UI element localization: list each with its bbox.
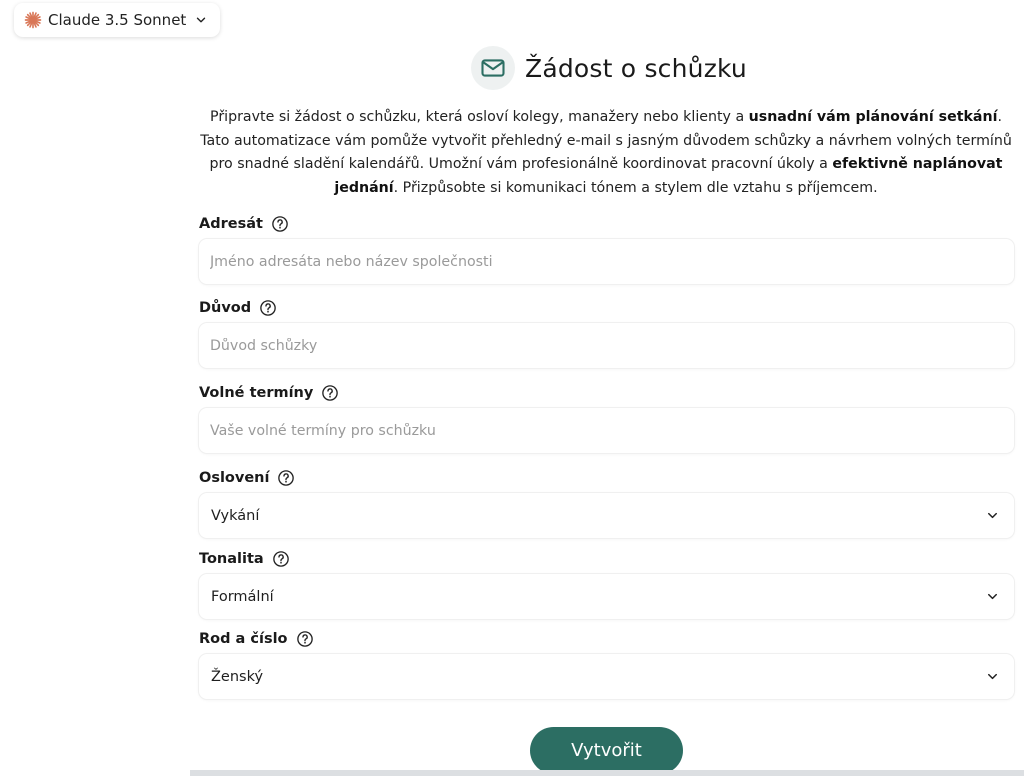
duvod-input-box: [199, 323, 1014, 368]
osloveni-label: Oslovení: [199, 470, 270, 486]
tonalita-select[interactable]: Formální: [199, 574, 1014, 619]
field-rod: Rod a číslo Ženský: [199, 627, 1014, 699]
osloveni-select[interactable]: Vykání: [199, 493, 1014, 538]
field-duvod: Důvod: [199, 296, 1014, 368]
help-icon[interactable]: [272, 550, 290, 568]
field-adresat: Adresát: [199, 212, 1014, 284]
field-terminy: Volné termíny: [199, 381, 1014, 453]
rod-selected-value: Ženský: [211, 668, 264, 685]
mail-icon-badge: [471, 46, 516, 90]
duvod-label: Důvod: [199, 300, 252, 316]
create-button[interactable]: Vytvořit: [530, 727, 683, 774]
tonalita-label: Tonalita: [199, 551, 264, 567]
help-icon[interactable]: [296, 630, 314, 648]
intro-text: Připravte si žádost o schůzku, která osl…: [196, 106, 1016, 200]
chevron-down-icon: [988, 512, 997, 519]
chevron-down-icon: [197, 17, 206, 23]
page-header: Žádost o schůzku: [0, 46, 1024, 90]
help-icon[interactable]: [259, 299, 277, 317]
field-tonalita: Tonalita Formální: [199, 547, 1014, 619]
adresat-input[interactable]: [210, 253, 1003, 270]
field-osloveni: Oslovení Vykání: [199, 466, 1014, 538]
mail-icon: [481, 59, 505, 77]
chevron-down-icon: [988, 673, 997, 680]
intro-part-1: Připravte si žádost o schůzku, která osl…: [210, 109, 749, 125]
adresat-label: Adresát: [199, 216, 263, 232]
tonalita-selected-value: Formální: [211, 588, 274, 605]
rod-label: Rod a číslo: [199, 631, 288, 647]
help-icon[interactable]: [321, 384, 339, 402]
adresat-input-box: [199, 239, 1014, 284]
bottom-scroll-bar: [190, 770, 1024, 776]
terminy-input[interactable]: [210, 422, 1003, 439]
help-icon[interactable]: [277, 469, 295, 487]
page-title: Žádost o schůzku: [525, 53, 747, 83]
osloveni-selected-value: Vykání: [211, 507, 260, 524]
help-icon[interactable]: [271, 215, 289, 233]
intro-part-3: . Přizpůsobte si komunikaci tónem a styl…: [393, 179, 878, 196]
terminy-label: Volné termíny: [199, 385, 314, 401]
model-selector[interactable]: Claude 3.5 Sonnet: [14, 3, 221, 37]
intro-bold-1: usnadní vám plánování setkání: [748, 109, 998, 125]
claude-spark-icon: [24, 11, 42, 29]
model-selector-label: Claude 3.5 Sonnet: [48, 11, 187, 29]
duvod-input[interactable]: [210, 337, 1003, 354]
terminy-input-box: [199, 408, 1014, 453]
rod-select[interactable]: Ženský: [199, 654, 1014, 699]
chevron-down-icon: [988, 593, 997, 600]
